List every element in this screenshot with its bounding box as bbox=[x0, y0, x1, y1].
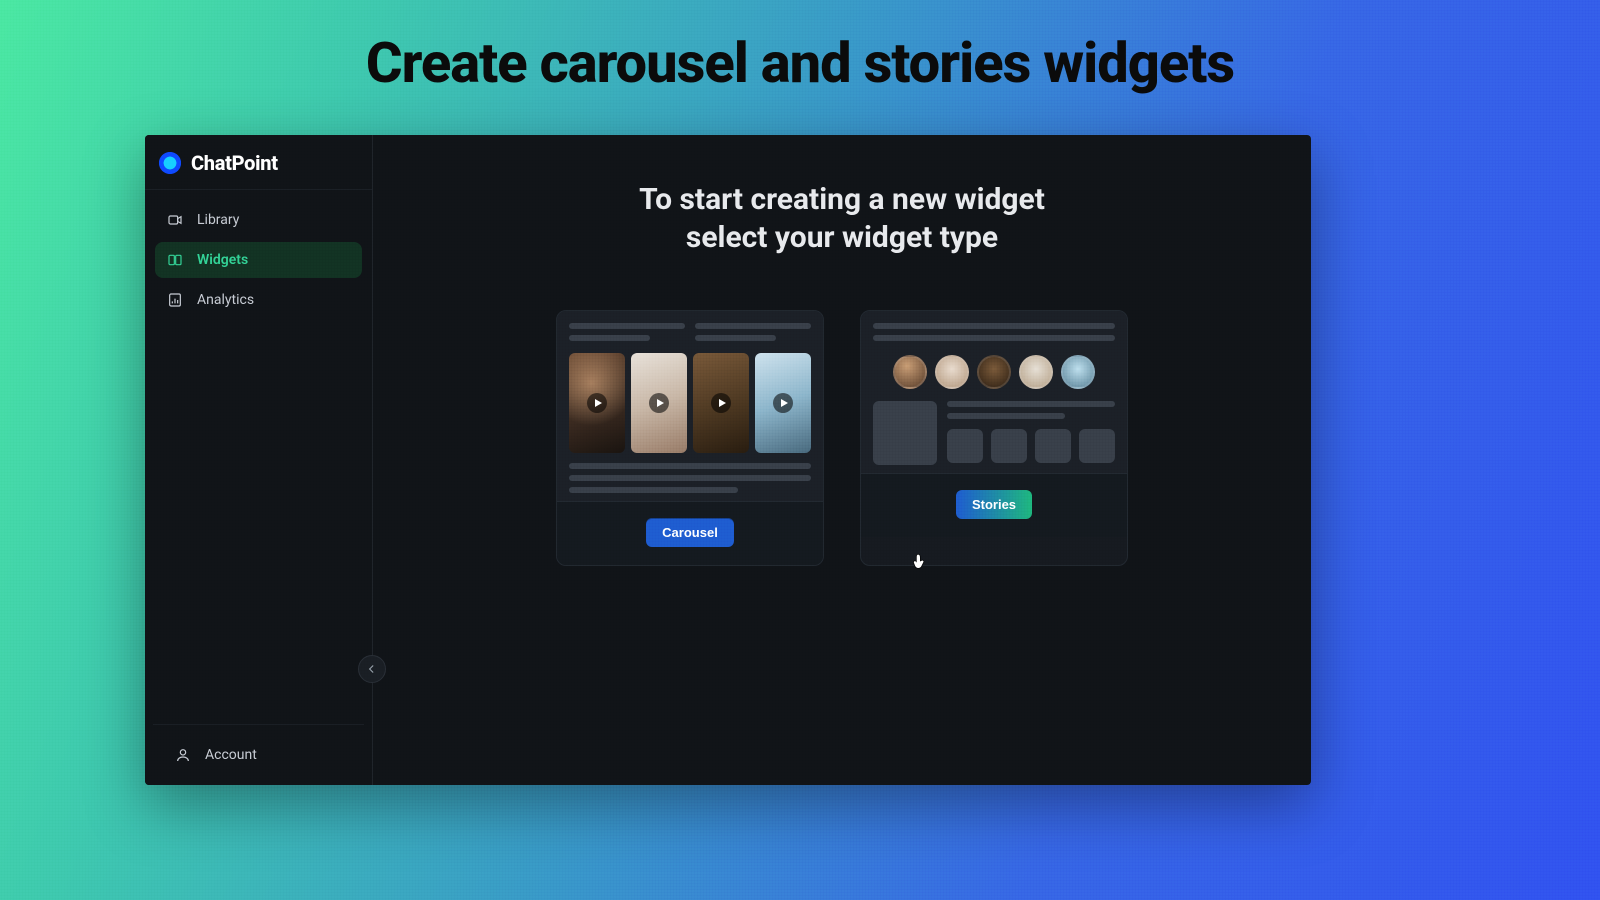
card-stories: Stories bbox=[860, 310, 1128, 566]
play-icon bbox=[587, 393, 607, 413]
story-avatar bbox=[893, 355, 927, 389]
stories-avatars bbox=[873, 355, 1115, 389]
carousel-thumb bbox=[693, 353, 749, 453]
page-heading: To start creating a new widget select yo… bbox=[413, 181, 1271, 256]
stories-button[interactable]: Stories bbox=[956, 490, 1032, 519]
promo-background: Create carousel and stories widgets Chat… bbox=[0, 0, 1600, 900]
heading-line-2: select your widget type bbox=[686, 220, 998, 255]
carousel-thumb bbox=[569, 353, 625, 453]
story-avatar bbox=[977, 355, 1011, 389]
sidebar-nav: Library Widgets Analytics bbox=[145, 190, 372, 330]
card-stories-preview bbox=[861, 311, 1127, 473]
sidebar-spacer bbox=[145, 330, 372, 724]
sidebar-item-account[interactable]: Account bbox=[163, 739, 354, 771]
sidebar: ChatPoint Library Widgets bbox=[145, 135, 373, 785]
brand: ChatPoint bbox=[145, 135, 372, 190]
placeholder-box bbox=[947, 429, 983, 463]
video-icon bbox=[167, 212, 183, 228]
card-carousel-action: Carousel bbox=[557, 501, 823, 565]
app-window: ChatPoint Library Widgets bbox=[145, 135, 1311, 785]
story-avatar bbox=[1061, 355, 1095, 389]
placeholder-box bbox=[873, 401, 937, 465]
card-stories-action: Stories bbox=[861, 473, 1127, 537]
brand-logo-icon bbox=[159, 152, 181, 174]
widgets-icon bbox=[167, 252, 183, 268]
placeholder-box bbox=[1079, 429, 1115, 463]
sidebar-item-label: Analytics bbox=[197, 292, 254, 308]
promo-title: Create carousel and stories widgets bbox=[0, 30, 1600, 96]
carousel-button[interactable]: Carousel bbox=[646, 518, 734, 547]
carousel-thumb bbox=[631, 353, 687, 453]
placeholder-box bbox=[1035, 429, 1071, 463]
play-icon bbox=[649, 393, 669, 413]
carousel-thumb bbox=[755, 353, 811, 453]
user-icon bbox=[175, 747, 191, 763]
sidebar-item-analytics[interactable]: Analytics bbox=[155, 282, 362, 318]
sidebar-item-label: Widgets bbox=[197, 252, 248, 268]
main-panel: To start creating a new widget select yo… bbox=[373, 135, 1311, 785]
card-carousel-preview bbox=[557, 311, 823, 501]
sidebar-item-widgets[interactable]: Widgets bbox=[155, 242, 362, 278]
sidebar-footer: Account bbox=[153, 724, 364, 785]
brand-name: ChatPoint bbox=[191, 151, 278, 175]
story-avatar bbox=[935, 355, 969, 389]
play-icon bbox=[711, 393, 731, 413]
sidebar-item-library[interactable]: Library bbox=[155, 202, 362, 238]
story-avatar bbox=[1019, 355, 1053, 389]
sidebar-item-label: Account bbox=[205, 747, 257, 763]
carousel-thumbnails bbox=[569, 353, 811, 453]
placeholder-box bbox=[991, 429, 1027, 463]
analytics-icon bbox=[167, 292, 183, 308]
heading-line-1: To start creating a new widget bbox=[639, 182, 1045, 217]
widget-type-cards: Carousel bbox=[413, 310, 1271, 566]
card-carousel: Carousel bbox=[556, 310, 824, 566]
play-icon bbox=[773, 393, 793, 413]
sidebar-item-label: Library bbox=[197, 212, 239, 228]
